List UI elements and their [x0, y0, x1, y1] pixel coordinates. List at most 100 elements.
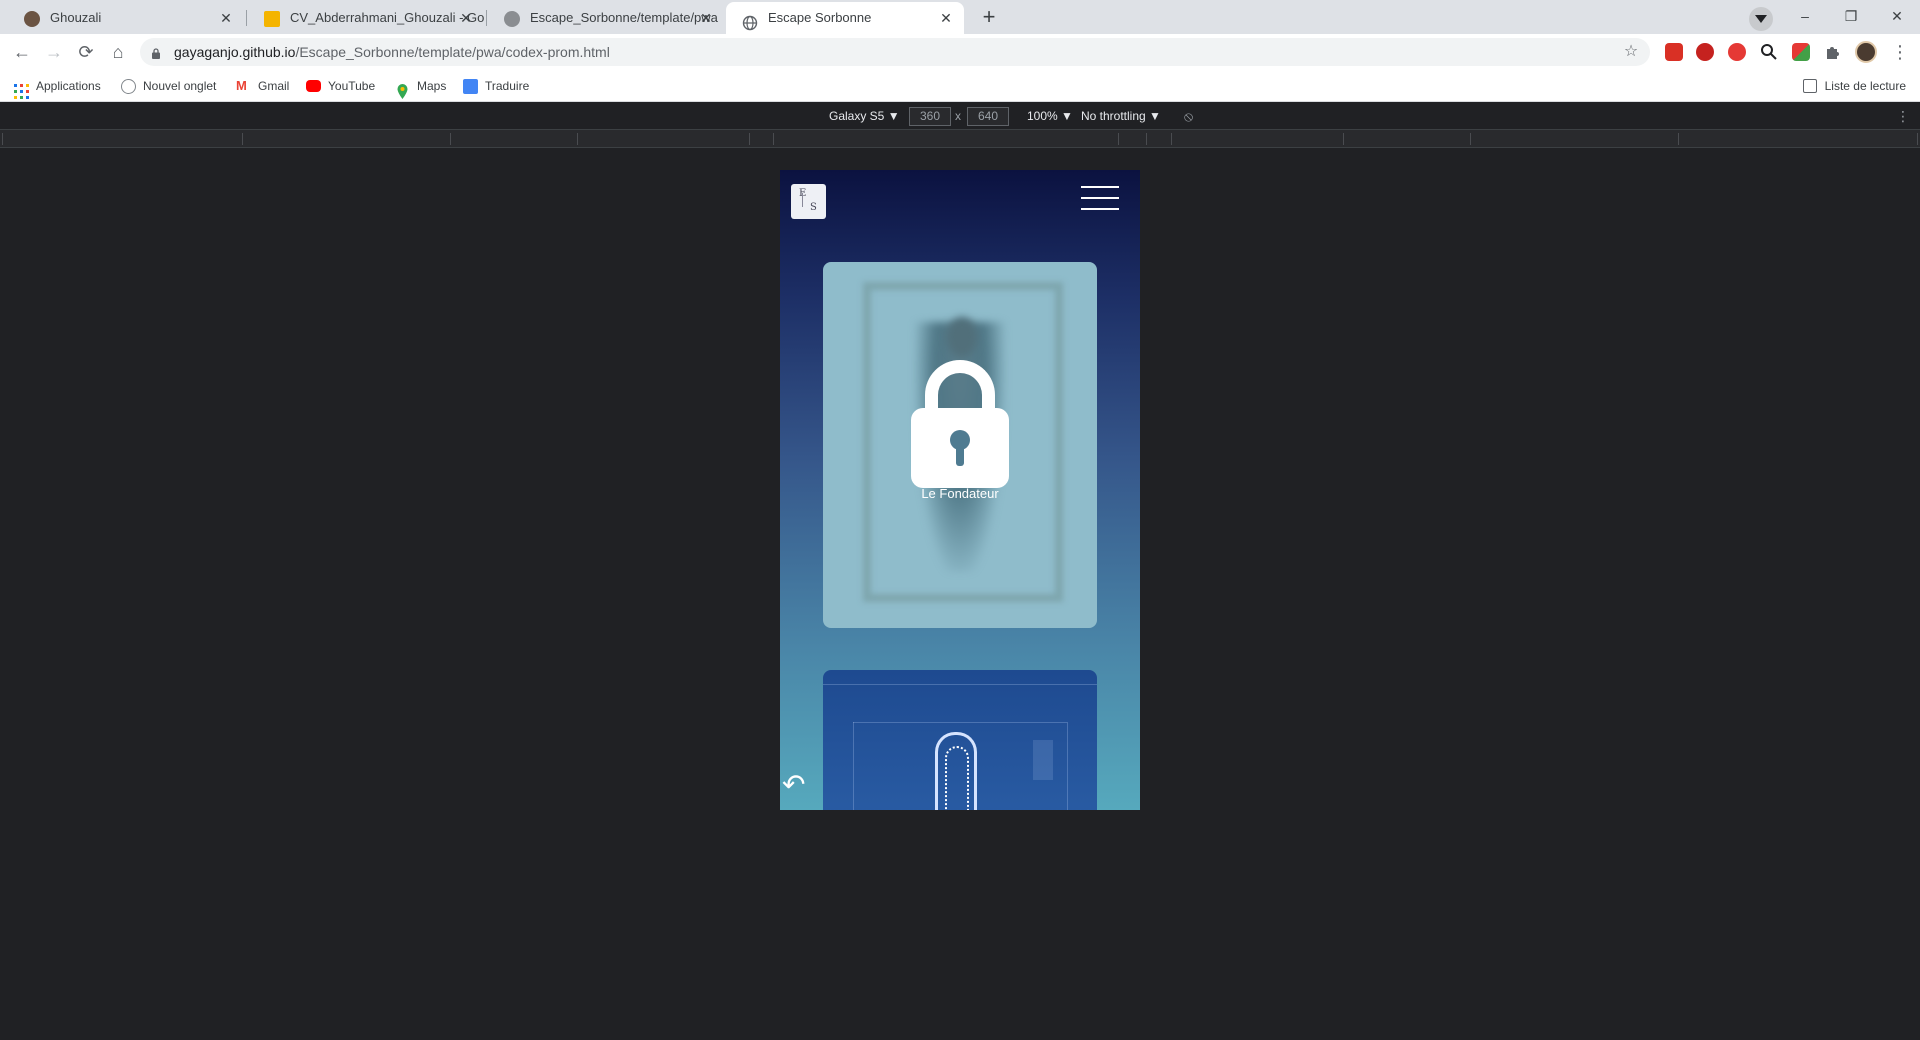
bookmark-maps[interactable]: Maps — [395, 70, 446, 102]
locked-card-fondateur[interactable]: Le Fondateur — [823, 262, 1097, 628]
more-options-icon[interactable]: ⋮ — [1896, 103, 1910, 130]
tab-title: Escape Sorbonne — [768, 10, 872, 25]
blueprint-line — [853, 722, 1067, 723]
device-select[interactable]: Galaxy S5 ▼ — [829, 103, 900, 130]
bookmark-applications[interactable]: Applications — [14, 70, 101, 102]
back-arrow-icon[interactable]: ↶ — [782, 770, 818, 800]
ruler-segment[interactable] — [577, 133, 749, 145]
reading-list-button[interactable]: Liste de lecture — [1802, 70, 1906, 102]
apps-grid-icon — [14, 79, 29, 99]
blurred-figure-head — [947, 317, 977, 357]
ruler-segment[interactable] — [1343, 133, 1470, 145]
close-icon[interactable]: ✕ — [938, 10, 954, 26]
url-path: /Escape_Sorbonne/template/pwa/codex-prom… — [295, 44, 610, 60]
globe-icon — [121, 79, 136, 94]
logo-letter-s: S — [810, 202, 817, 213]
extensions-puzzle-icon[interactable] — [1824, 43, 1842, 61]
media-query-ruler — [0, 130, 1920, 148]
blueprint-line — [853, 722, 854, 810]
bookmark-label: Nouvel onglet — [143, 79, 217, 93]
ruler-segment[interactable] — [773, 133, 808, 145]
bookmark-label: Traduire — [485, 79, 530, 93]
back-button[interactable]: ← — [8, 38, 36, 66]
tab-separator — [246, 10, 247, 26]
gmail-icon: M — [236, 78, 247, 93]
ruler-segment[interactable] — [450, 133, 577, 145]
blueprint-line — [823, 684, 1097, 685]
tab-github[interactable]: Escape_Sorbonne/template/pwa ✕ — [488, 2, 724, 34]
bookmark-gmail[interactable]: M Gmail — [236, 70, 289, 102]
restore-button[interactable]: ❐ — [1828, 0, 1874, 34]
ruler-segment[interactable] — [1171, 133, 1343, 145]
zoom-icon[interactable] — [1760, 43, 1778, 61]
url-host: gayaganjo.github.io — [174, 44, 296, 60]
new-tab-button[interactable]: + — [976, 5, 1002, 31]
address-bar[interactable]: gayaganjo.github.io/Escape_Sorbonne/temp… — [140, 38, 1650, 66]
dimension-times: x — [955, 109, 961, 123]
close-icon[interactable]: ✕ — [698, 10, 714, 26]
menu-dots-icon[interactable]: ⋮ — [1886, 38, 1914, 66]
hamburger-menu-icon[interactable] — [1081, 184, 1119, 212]
reload-button[interactable]: ⟳ — [72, 38, 100, 66]
ruler-segment[interactable] — [1118, 133, 1146, 145]
extension-shield-icon[interactable] — [1696, 43, 1714, 61]
tab-title: Ghouzali — [50, 10, 102, 25]
tab-separator — [486, 10, 487, 26]
bookmark-star-icon[interactable]: ☆ — [1622, 43, 1640, 61]
height-input[interactable]: 640 — [967, 107, 1009, 126]
tab-ghouzali[interactable]: Ghouzali ✕ — [8, 2, 244, 34]
device-toolbar: Galaxy S5 ▼ 360 x 640 100% ▼ No throttli… — [0, 103, 1920, 130]
bookmark-label: Gmail — [258, 79, 290, 93]
ruler-segment[interactable] — [242, 133, 450, 145]
rotate-icon[interactable]: ⦸ — [1184, 103, 1193, 130]
home-button[interactable]: ⌂ — [104, 38, 132, 66]
tab-title: CV_Abderrahmani_Ghouzali - Go — [290, 10, 484, 25]
logo-divider — [802, 193, 803, 207]
blueprint-arch-dotted — [945, 746, 969, 810]
tab-strip: Ghouzali ✕ CV_Abderrahmani_Ghouzali - Go… — [0, 0, 1920, 34]
extension-red-icon[interactable] — [1665, 43, 1683, 61]
forward-button[interactable]: → — [40, 38, 68, 66]
tab-cv[interactable]: CV_Abderrahmani_Ghouzali - Go ✕ — [248, 2, 484, 34]
bookmark-label: Maps — [417, 79, 447, 93]
blueprint-line — [1067, 722, 1068, 810]
url-text[interactable]: gayaganjo.github.io/Escape_Sorbonne/temp… — [174, 38, 610, 66]
avatar-favicon-icon — [24, 11, 40, 27]
ruler-segment[interactable] — [1678, 133, 1918, 145]
ruler-segment[interactable] — [749, 133, 773, 145]
tab-escape-sorbonne[interactable]: Escape Sorbonne ✕ — [726, 2, 964, 34]
blueprint-block — [1033, 740, 1053, 780]
slides-icon — [264, 11, 280, 27]
zoom-select[interactable]: 100% ▼ — [1027, 103, 1073, 130]
browser-toolbar: ← → ⟳ ⌂ gayaganjo.github.io/Escape_Sorbo… — [0, 34, 1920, 70]
throttling-select[interactable]: No throttling ▼ — [1081, 103, 1161, 130]
bookmark-traduire[interactable]: Traduire — [463, 70, 529, 102]
adblock-icon[interactable] — [1728, 43, 1746, 61]
close-icon[interactable]: ✕ — [218, 10, 234, 26]
width-input[interactable]: 360 — [909, 107, 951, 126]
bookmark-nouvel-onglet[interactable]: Nouvel onglet — [121, 70, 216, 102]
bookmark-youtube[interactable]: YouTube — [306, 70, 375, 102]
ruler-segment[interactable] — [1470, 133, 1678, 145]
tab-title: Escape_Sorbonne/template/pwa — [530, 10, 718, 25]
close-icon[interactable]: ✕ — [458, 10, 474, 26]
keyhole-stem — [956, 444, 964, 466]
globe-icon — [742, 11, 758, 31]
reading-list-icon — [1802, 79, 1817, 93]
escape-sorbonne-logo[interactable]: E S — [791, 184, 826, 219]
bookmarks-bar: Applications Nouvel onglet M Gmail YouTu… — [0, 70, 1920, 102]
bookmark-label: Applications — [36, 79, 101, 93]
minimize-button[interactable]: – — [1782, 0, 1828, 34]
maps-pin-icon — [395, 79, 410, 99]
tab-search-icon[interactable] — [1749, 7, 1773, 31]
translate-icon — [463, 79, 478, 94]
close-window-button[interactable]: ✕ — [1874, 0, 1920, 34]
extension-pdf-icon[interactable] — [1792, 43, 1810, 61]
lock-icon[interactable] — [152, 46, 160, 59]
ruler-segment[interactable] — [1146, 133, 1171, 145]
github-icon — [504, 11, 520, 27]
blueprint-card[interactable] — [823, 670, 1097, 810]
profile-avatar[interactable] — [1855, 41, 1877, 63]
youtube-icon — [306, 80, 321, 92]
ruler-segment[interactable] — [2, 133, 242, 145]
